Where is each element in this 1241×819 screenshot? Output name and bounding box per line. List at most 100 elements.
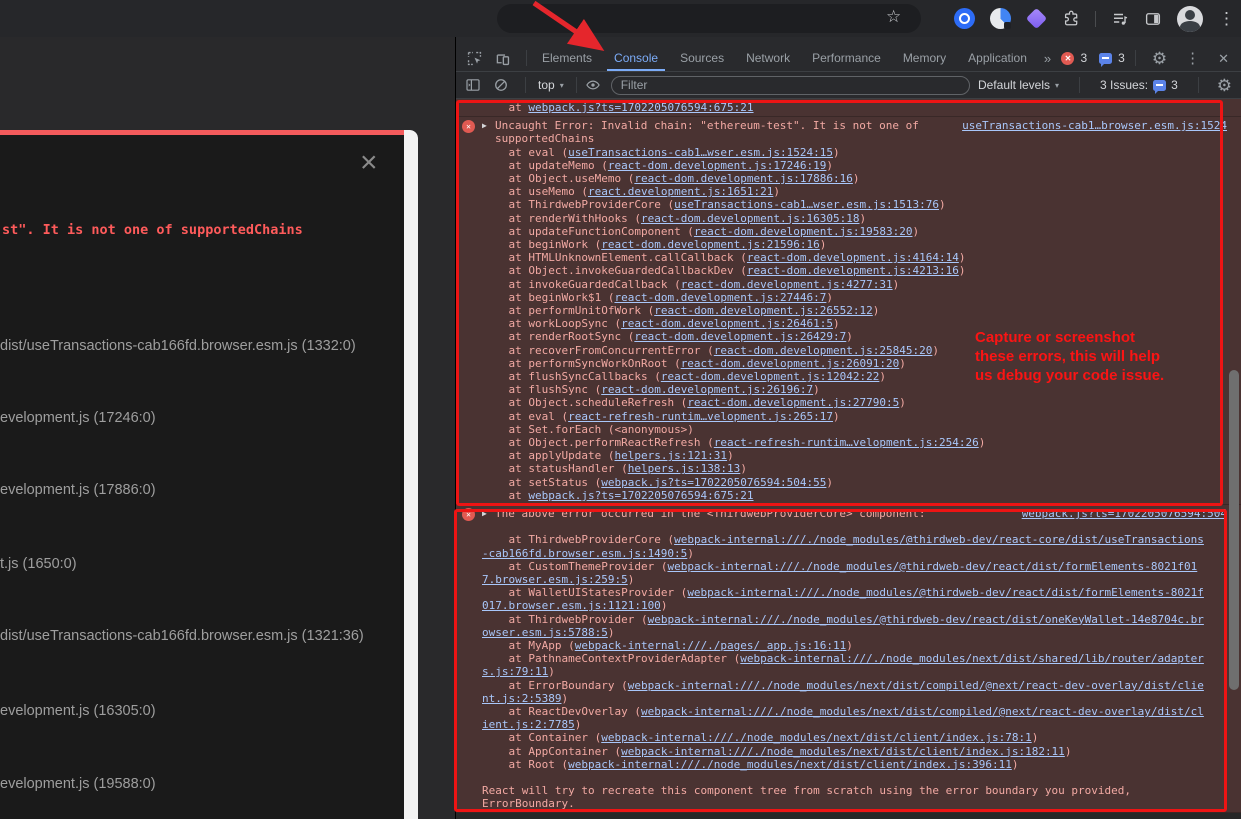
- device-toolbar-icon[interactable]: [494, 50, 511, 67]
- extensions-puzzle-icon[interactable]: [1062, 10, 1080, 28]
- source-file-link[interactable]: useTransactions-cab1…wser.esm.js:1513:76: [674, 198, 939, 211]
- clear-console-icon[interactable]: [493, 77, 509, 93]
- live-expression-eye-icon[interactable]: [585, 77, 601, 93]
- source-file-link[interactable]: react-dom.development.js:19583:20: [694, 225, 913, 238]
- source-file-link[interactable]: helpers.js:138:13: [628, 462, 741, 475]
- error-badge-count[interactable]: 3: [1080, 51, 1087, 65]
- source-file-link[interactable]: webpack.js?ts=1702205076594:675:21: [528, 101, 753, 114]
- source-file-link[interactable]: react-dom.development.js:26552:12: [654, 304, 873, 317]
- error-circle-icon: ✕: [462, 508, 475, 521]
- source-file-link[interactable]: react-dom.development.js:16305:18: [641, 212, 860, 225]
- overlay-close-icon[interactable]: ×: [360, 148, 378, 178]
- source-file-link[interactable]: react-refresh-runtim…velopment.js:265:17: [568, 410, 833, 423]
- stack-frame: at useMemo (react.development.js:1651:21…: [482, 185, 1208, 198]
- inspect-element-icon[interactable]: [466, 50, 483, 67]
- error-message-text: Uncaught Error: Invalid chain: "ethereum…: [495, 119, 948, 145]
- expand-triangle-icon[interactable]: ▶: [482, 119, 495, 132]
- address-bar[interactable]: [497, 4, 921, 33]
- console-output: at webpack.js?ts=1702205076594:675:21 ✕ …: [456, 99, 1241, 819]
- console-toolbar: top ▾ Default levels ▾ 3 Issues: 3 ⚙: [456, 71, 1241, 99]
- stack-frame: at setStatus (webpack.js?ts=170220507659…: [482, 476, 1208, 489]
- source-file-link[interactable]: react-dom.development.js:4213:16: [747, 264, 959, 277]
- stack-frame: at ErrorBoundary (webpack-internal:///./…: [482, 679, 1208, 705]
- source-file-link[interactable]: useTransactions-cab1…wser.esm.js:1524:15: [568, 146, 833, 159]
- source-file-link[interactable]: react-dom.development.js:26091:20: [681, 357, 900, 370]
- tab-performance[interactable]: Performance: [801, 45, 892, 71]
- devtools-close-icon[interactable]: ✕: [1212, 52, 1235, 65]
- source-file-link[interactable]: react-dom.development.js:12042:22: [661, 370, 880, 383]
- tab-network[interactable]: Network: [735, 45, 801, 71]
- bookmark-star-icon[interactable]: ☆: [886, 7, 901, 27]
- source-file-link[interactable]: helpers.js:121:31: [614, 449, 727, 462]
- tab-console[interactable]: Console: [603, 45, 669, 71]
- console-settings-icon[interactable]: ⚙: [1211, 77, 1232, 94]
- stack-frame: at performUnitOfWork (react-dom.developm…: [482, 304, 1208, 317]
- toolbar-divider-1: [525, 77, 526, 93]
- overlay-scrollbar[interactable]: [404, 130, 418, 819]
- source-file-link[interactable]: react-dom.development.js:26461:5: [621, 317, 833, 330]
- error-source-link[interactable]: webpack.js?ts=1702205076594:504: [1022, 507, 1227, 520]
- tab-sources[interactable]: Sources: [669, 45, 735, 71]
- toolbar-icon-strip: ⋮: [954, 0, 1235, 37]
- media-controls-icon[interactable]: [1111, 10, 1129, 28]
- devtools-panel: ElementsConsoleSourcesNetworkPerformance…: [455, 37, 1241, 819]
- error-footer-text: React will try to recreate this componen…: [482, 784, 1208, 810]
- source-file-link[interactable]: react-dom.development.js:21596:16: [601, 238, 820, 251]
- stack-frame: at Object.invokeGuardedCallbackDev (reac…: [482, 264, 1208, 277]
- source-file-link[interactable]: react-dom.development.js:26196:7: [601, 383, 813, 396]
- extension-clock-icon[interactable]: [990, 8, 1011, 29]
- browser-toolbar: ☆ ⋮: [0, 0, 1241, 37]
- source-file-link[interactable]: react-dom.development.js:4164:14: [747, 251, 959, 264]
- source-file-link[interactable]: webpack.js?ts=1702205076594:675:21: [528, 489, 753, 502]
- source-file-link[interactable]: react-dom.development.js:27790:5: [687, 396, 899, 409]
- extension-blue-icon[interactable]: [954, 8, 975, 29]
- side-panel-icon[interactable]: [1144, 10, 1162, 28]
- source-file-link[interactable]: webpack-internal:///./node_modules/next/…: [568, 758, 1012, 771]
- menu-kebab-icon[interactable]: ⋮: [1218, 10, 1235, 27]
- tab-elements[interactable]: Elements: [531, 45, 603, 71]
- devtools-kebab-icon[interactable]: ⋮: [1179, 51, 1206, 66]
- tab-application[interactable]: Application: [957, 45, 1038, 71]
- source-file-link[interactable]: webpack-internal:///./pages/_app.js:16:1…: [575, 639, 847, 652]
- stack-frame: at updateMemo (react-dom.development.js:…: [482, 159, 1208, 172]
- extension-diamond-icon[interactable]: [1026, 8, 1047, 29]
- source-file-link[interactable]: react-dom.development.js:4277:31: [681, 278, 893, 291]
- overlay-frame-path: evelopment.js (17886:0): [0, 482, 156, 498]
- chevron-down-icon: ▾: [560, 81, 564, 90]
- source-file-link[interactable]: react-dom.development.js:17886:16: [634, 172, 853, 185]
- message-badge-count[interactable]: 3: [1118, 51, 1125, 65]
- log-levels-dropdown[interactable]: Default levels ▾: [978, 78, 1059, 92]
- console-sidebar-icon[interactable]: [465, 77, 481, 93]
- error-source-link[interactable]: useTransactions-cab1…browser.esm.js:1524: [962, 119, 1227, 132]
- expand-triangle-icon[interactable]: ▶: [482, 507, 495, 520]
- devtools-settings-icon[interactable]: ⚙: [1146, 50, 1173, 67]
- source-file-link[interactable]: react-refresh-runtim…velopment.js:254:26: [714, 436, 979, 449]
- stack-frame: at renderRootSync (react-dom.development…: [482, 330, 1208, 343]
- source-file-link[interactable]: react-dom.development.js:26429:7: [634, 330, 846, 343]
- source-file-link[interactable]: webpack-internal:///./node_modules/next/…: [601, 731, 1031, 744]
- console-error-uncaught: ✕ ▶ Uncaught Error: Invalid chain: "ethe…: [456, 117, 1241, 505]
- profile-avatar[interactable]: [1177, 6, 1203, 32]
- issues-counter[interactable]: 3 Issues: 3: [1100, 78, 1178, 92]
- source-file-link[interactable]: react-dom.development.js:27446:7: [614, 291, 826, 304]
- issues-bubble-icon[interactable]: [1099, 53, 1112, 64]
- tab-memory[interactable]: Memory: [892, 45, 957, 71]
- source-file-link[interactable]: react-dom.development.js:17246:19: [608, 159, 827, 172]
- context-selector[interactable]: top ▾: [538, 78, 564, 92]
- source-file-link[interactable]: react-dom.development.js:25845:20: [714, 344, 933, 357]
- more-tabs-chevron[interactable]: »: [1038, 51, 1057, 66]
- console-filter-input[interactable]: [611, 76, 970, 95]
- source-file-link[interactable]: webpack.js?ts=1702205076594:504:55: [601, 476, 826, 489]
- source-file-link[interactable]: webpack-internal:///./node_modules/next/…: [621, 745, 1065, 758]
- console-message-tail: at webpack.js?ts=1702205076594:675:21: [456, 99, 1241, 117]
- console-scrollbar-thumb[interactable]: [1229, 370, 1239, 690]
- stack-frame: at CustomThemeProvider (webpack-internal…: [482, 560, 1208, 586]
- stack-frame: at flushSync (react-dom.development.js:2…: [482, 383, 1208, 396]
- source-file-link[interactable]: react.development.js:1651:21: [588, 185, 773, 198]
- stack-frame: at renderWithHooks (react-dom.developmen…: [482, 212, 1208, 225]
- error-badge-icon[interactable]: ✕: [1061, 52, 1074, 65]
- toolbar-divider-2: [576, 77, 577, 93]
- stack-frame: at ReactDevOverlay (webpack-internal:///…: [482, 705, 1208, 731]
- stack-frame: at workLoopSync (react-dom.development.j…: [482, 317, 1208, 330]
- error-message-text: The above error occurred in the <Thirdwe…: [495, 507, 1008, 520]
